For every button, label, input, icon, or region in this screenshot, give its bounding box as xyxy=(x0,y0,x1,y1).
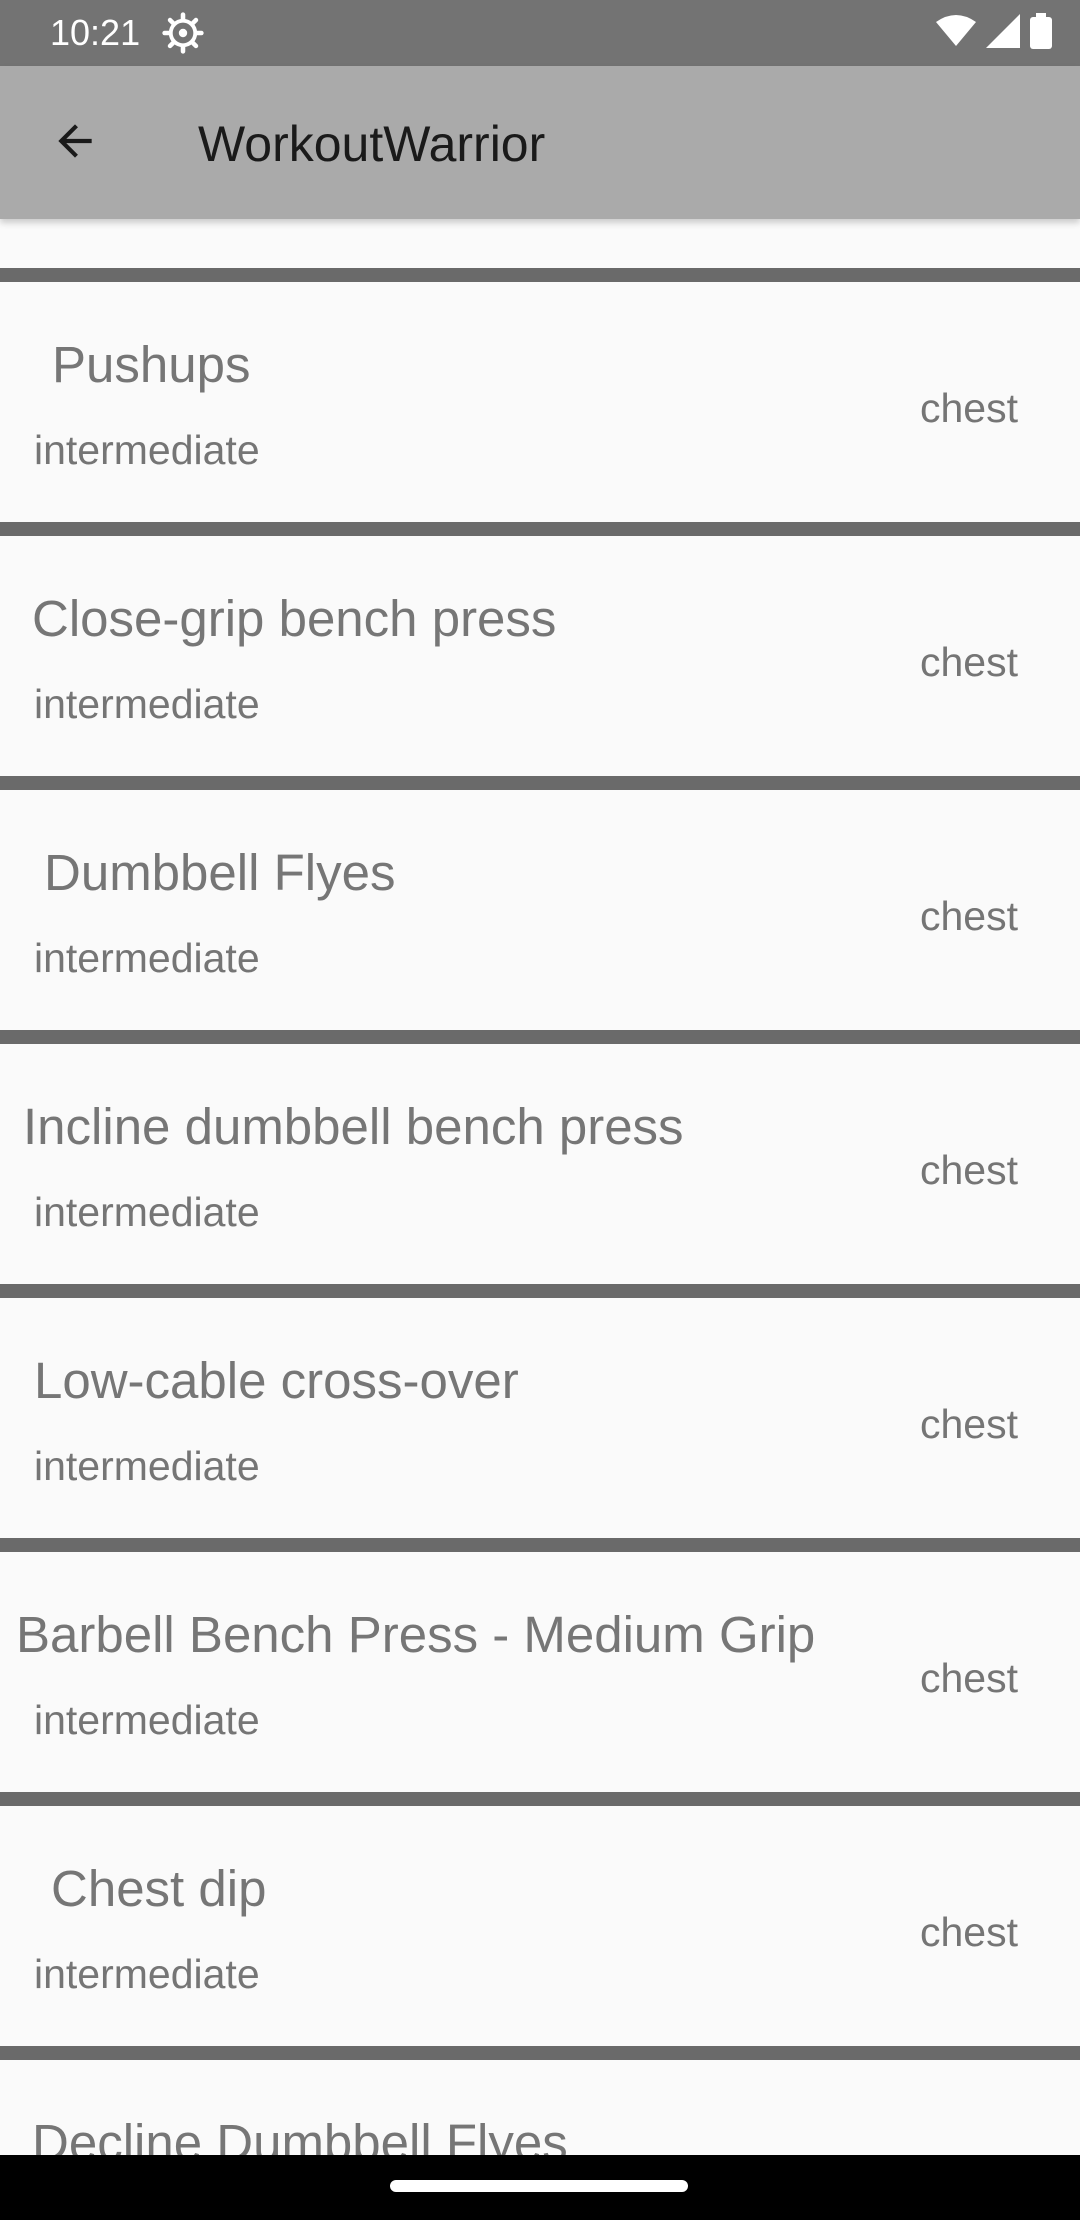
status-bar: 10:21 xyxy=(0,0,1080,66)
exercise-level: intermediate xyxy=(34,1951,260,1997)
exercise-muscle: chest xyxy=(920,893,1018,939)
exercise-name: Barbell Bench Press - Medium Grip xyxy=(16,1606,816,1663)
exercise-muscle: chest xyxy=(920,1655,1018,1701)
exercise-name: Close-grip bench press xyxy=(32,590,557,647)
battery-icon xyxy=(1030,12,1052,54)
divider xyxy=(0,522,1080,536)
settings-gear-icon xyxy=(162,12,204,54)
divider xyxy=(0,1284,1080,1298)
app-bar: WorkoutWarrior xyxy=(0,66,1080,219)
exercise-name: Decline Dumbbell Flyes xyxy=(32,2114,568,2155)
list-item[interactable]: Close-grip bench press intermediate ches… xyxy=(0,536,1080,776)
divider xyxy=(0,268,1080,282)
list-item[interactable]: Decline Dumbbell Flyes xyxy=(0,2060,1080,2155)
exercise-level: intermediate xyxy=(34,681,260,727)
exercise-level: intermediate xyxy=(34,1697,260,1743)
page-title: WorkoutWarrior xyxy=(198,116,546,172)
exercise-level: intermediate xyxy=(34,427,260,473)
back-button[interactable] xyxy=(40,110,110,176)
exercise-muscle: chest xyxy=(920,1147,1018,1193)
arrow-back-icon xyxy=(50,116,100,171)
exercise-name: Dumbbell Flyes xyxy=(44,844,396,901)
exercise-muscle: chest xyxy=(920,1401,1018,1447)
signal-icon xyxy=(986,13,1020,53)
divider xyxy=(0,2046,1080,2060)
list-item[interactable]: Barbell Bench Press - Medium Grip interm… xyxy=(0,1552,1080,1792)
exercise-muscle: chest xyxy=(920,639,1018,685)
divider xyxy=(0,1792,1080,1806)
list-item[interactable]: Pushups intermediate chest xyxy=(0,282,1080,522)
list-item[interactable]: Low-cable cross-over intermediate chest xyxy=(0,1298,1080,1538)
exercise-muscle: chest xyxy=(920,385,1018,431)
exercise-name: Low-cable cross-over xyxy=(34,1352,519,1409)
navigation-bar xyxy=(0,2155,1080,2220)
list-item[interactable]: Dumbbell Flyes intermediate chest xyxy=(0,790,1080,1030)
exercise-level: intermediate xyxy=(34,1189,260,1235)
exercise-level: intermediate xyxy=(34,935,260,981)
exercise-name: Chest dip xyxy=(51,1860,267,1917)
list-item[interactable]: Incline dumbbell bench press intermediat… xyxy=(0,1044,1080,1284)
exercise-name: Pushups xyxy=(52,336,251,393)
divider xyxy=(0,1538,1080,1552)
exercise-name: Incline dumbbell bench press xyxy=(23,1098,684,1155)
wifi-icon xyxy=(936,14,976,53)
exercise-level: intermediate xyxy=(34,1443,260,1489)
status-time: 10:21 xyxy=(50,12,141,53)
exercise-list[interactable]: Pushups intermediate chest Close-grip be… xyxy=(0,219,1080,2155)
list-item-partial[interactable] xyxy=(0,219,1080,268)
divider xyxy=(0,1030,1080,1044)
list-item[interactable]: Chest dip intermediate chest xyxy=(0,1806,1080,2046)
home-gesture-handle[interactable] xyxy=(390,2180,688,2192)
divider xyxy=(0,776,1080,790)
exercise-muscle: chest xyxy=(920,1909,1018,1955)
status-icons xyxy=(936,12,1052,54)
